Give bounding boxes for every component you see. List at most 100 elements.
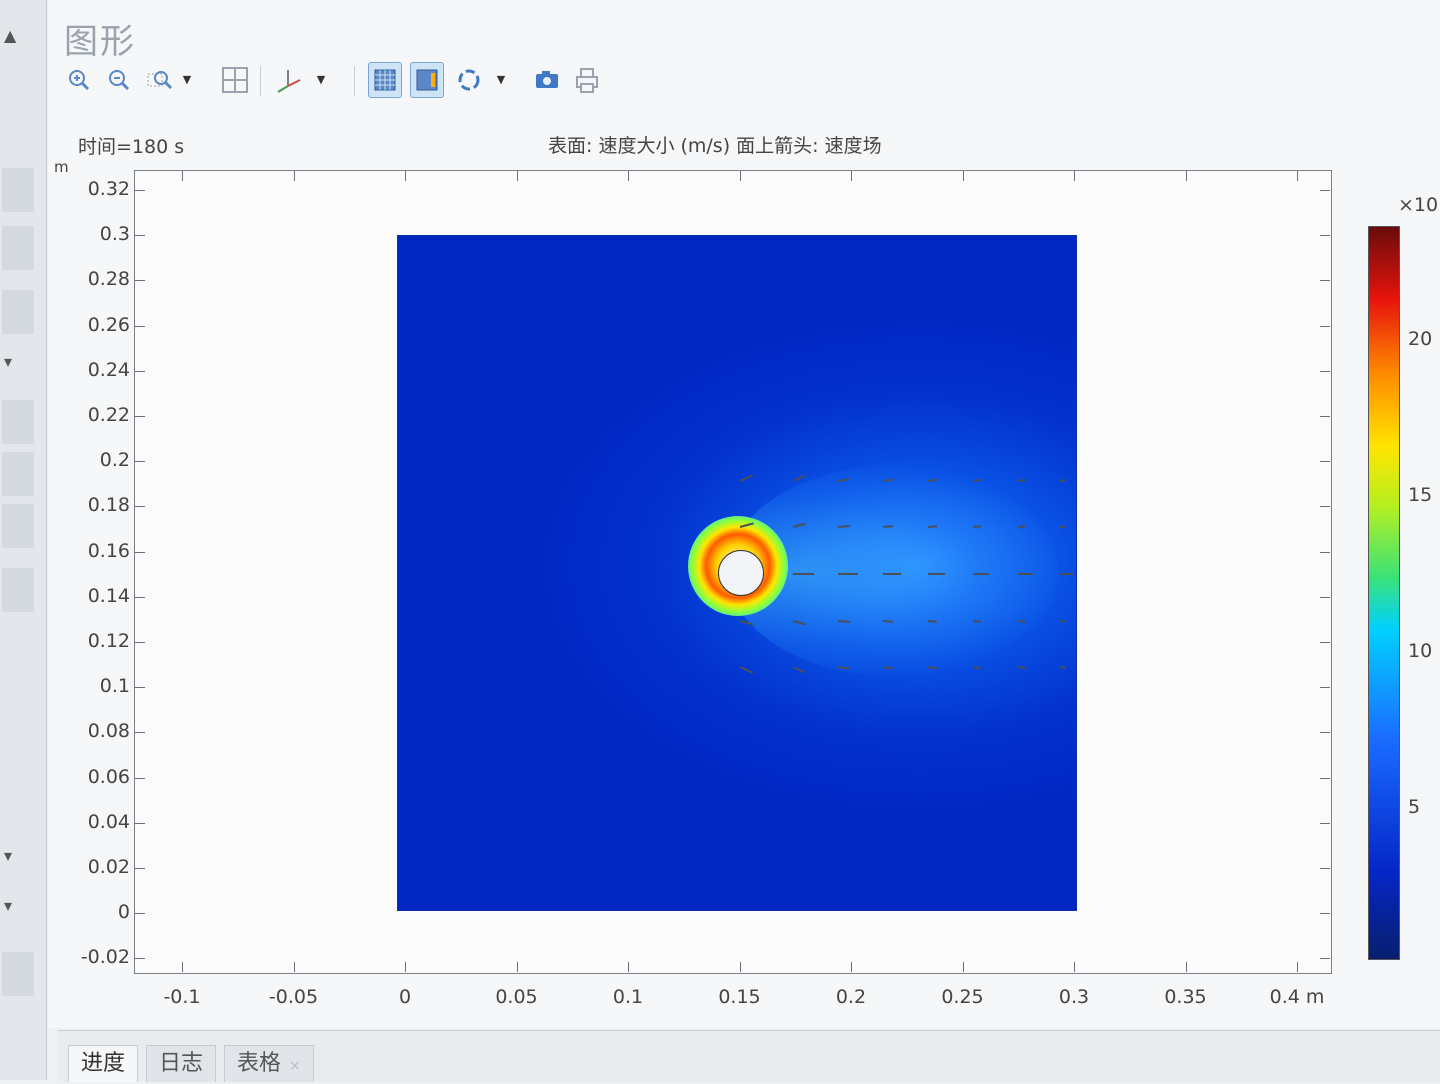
velocity-arrow <box>1059 525 1067 528</box>
toolbar-separator <box>260 66 261 96</box>
tab-label: 表格 <box>237 1051 282 1076</box>
strip-button-6[interactable] <box>2 504 34 548</box>
velocity-arrow <box>792 666 806 674</box>
zoom-dropdown-caret[interactable]: ▼ <box>180 62 194 98</box>
y-tick-mark-right <box>1320 190 1330 191</box>
tab-log[interactable]: 日志 <box>146 1045 217 1082</box>
grid-toggle-icon <box>374 69 396 91</box>
colorbar-tick-label: 5 <box>1408 796 1421 818</box>
y-axis-unit: m <box>54 158 69 176</box>
color-legend-bar <box>1368 226 1400 960</box>
strip-button-8[interactable] <box>2 952 34 996</box>
chevron-down-icon[interactable]: ▾ <box>4 352 12 371</box>
left-panel-strip: ▲ ▾ ▾ ▾ <box>0 0 47 1080</box>
y-tick-label: 0.02 <box>87 856 130 878</box>
x-tick-mark-top <box>962 171 964 181</box>
chevron-down-icon[interactable]: ▾ <box>4 846 12 865</box>
strip-button-7[interactable] <box>2 568 34 612</box>
legend-toggle-icon <box>416 69 438 91</box>
velocity-arrow <box>1017 479 1025 482</box>
strip-button-5[interactable] <box>2 452 34 496</box>
x-tick-mark <box>405 962 406 972</box>
strip-button-4[interactable] <box>2 400 34 444</box>
rotate-button[interactable] <box>452 62 486 98</box>
y-tick-mark-right <box>1320 280 1330 282</box>
cylinder-obstacle <box>718 550 764 596</box>
y-tick-mark-right <box>1320 868 1330 869</box>
velocity-arrow <box>739 666 754 674</box>
pin-icon[interactable]: ▲ <box>4 26 16 45</box>
y-tick-mark <box>135 280 145 282</box>
y-tick-label: 0.28 <box>87 268 130 291</box>
x-tick-label: -0.05 <box>268 986 319 1008</box>
y-tick-label: 0.32 <box>87 178 130 200</box>
screenshot-button[interactable] <box>530 62 564 98</box>
colorbar-multiplier: ×10 <box>1398 194 1439 216</box>
y-tick-mark-right <box>1320 732 1330 734</box>
zoom-out-button[interactable] <box>102 62 136 98</box>
x-tick-label: 0 <box>398 986 412 1008</box>
y-tick-mark-right <box>1320 913 1330 915</box>
print-button[interactable] <box>570 62 604 98</box>
y-tick-mark <box>135 325 145 327</box>
x-tick-mark-top <box>405 171 406 181</box>
orientation-dropdown-caret[interactable]: ▼ <box>314 62 328 98</box>
x-tick-mark-top <box>293 171 295 181</box>
colorbar-tick-label: 20 <box>1408 328 1433 350</box>
velocity-arrow <box>792 474 806 482</box>
strip-button-2[interactable] <box>2 226 34 270</box>
zoom-extents-button[interactable] <box>218 62 252 98</box>
y-tick-mark-right <box>1320 235 1330 237</box>
velocity-arrow <box>1018 573 1033 575</box>
x-tick-mark <box>1185 962 1187 972</box>
x-tick-mark <box>628 962 629 972</box>
zoom-in-button[interactable] <box>62 62 96 98</box>
zoom-out-icon <box>109 70 130 91</box>
y-tick-mark <box>135 642 145 643</box>
strip-button-3[interactable] <box>2 290 34 334</box>
velocity-arrow <box>1059 479 1067 482</box>
y-tick-label: 0.24 <box>87 358 130 381</box>
close-icon[interactable]: × <box>289 1058 301 1074</box>
y-tick-label: 0.16 <box>87 539 130 562</box>
x-tick-label: -0.1 <box>163 986 201 1008</box>
tab-progress[interactable]: 进度 <box>68 1045 139 1082</box>
rotate-icon <box>458 69 480 91</box>
y-tick-mark <box>135 687 145 689</box>
chevron-down-icon[interactable]: ▾ <box>4 896 12 915</box>
legend-toggle-button[interactable] <box>410 62 444 98</box>
toolbar-separator <box>354 66 355 96</box>
x-tick-mark <box>962 962 964 972</box>
x-tick-mark-top <box>1185 171 1187 181</box>
y-tick-mark <box>135 596 145 598</box>
strip-button-1[interactable] <box>2 168 34 212</box>
velocity-surface[interactable] <box>398 236 1076 910</box>
y-tick-mark-right <box>1320 370 1330 372</box>
y-tick-label: 0 <box>117 901 130 924</box>
y-tick-mark <box>135 822 145 824</box>
plot-title: 表面: 速度大小 (m/s) 面上箭头: 速度场 <box>548 135 882 157</box>
x-tick-mark-top <box>1074 171 1075 181</box>
y-tick-mark-right <box>1320 461 1330 463</box>
tab-label: 进度 <box>81 1051 126 1076</box>
y-tick-label: 0.14 <box>87 584 130 607</box>
camera-icon <box>536 71 558 88</box>
y-tick-label: 0.12 <box>87 630 130 652</box>
rotate-dropdown-caret[interactable]: ▼ <box>494 62 508 98</box>
velocity-arrow <box>973 573 989 575</box>
tab-label: 日志 <box>159 1051 204 1076</box>
y-tick-mark <box>135 416 145 417</box>
zoom-box-button[interactable] <box>144 62 178 98</box>
x-tick-label: 0.35 <box>1164 986 1207 1008</box>
tab-table[interactable]: 表格 × <box>224 1045 314 1082</box>
grid-toggle-button[interactable] <box>368 62 402 98</box>
velocity-arrow <box>1060 573 1074 575</box>
y-tick-mark-right <box>1320 325 1330 327</box>
x-tick-mark-top <box>739 171 741 181</box>
y-tick-mark <box>135 958 145 960</box>
axis-orientation-button[interactable] <box>272 62 306 98</box>
colorbar-tick-label: 15 <box>1408 484 1433 506</box>
velocity-arrow <box>739 474 754 482</box>
x-tick-mark-top <box>851 171 852 181</box>
y-tick-mark-right <box>1320 506 1330 508</box>
